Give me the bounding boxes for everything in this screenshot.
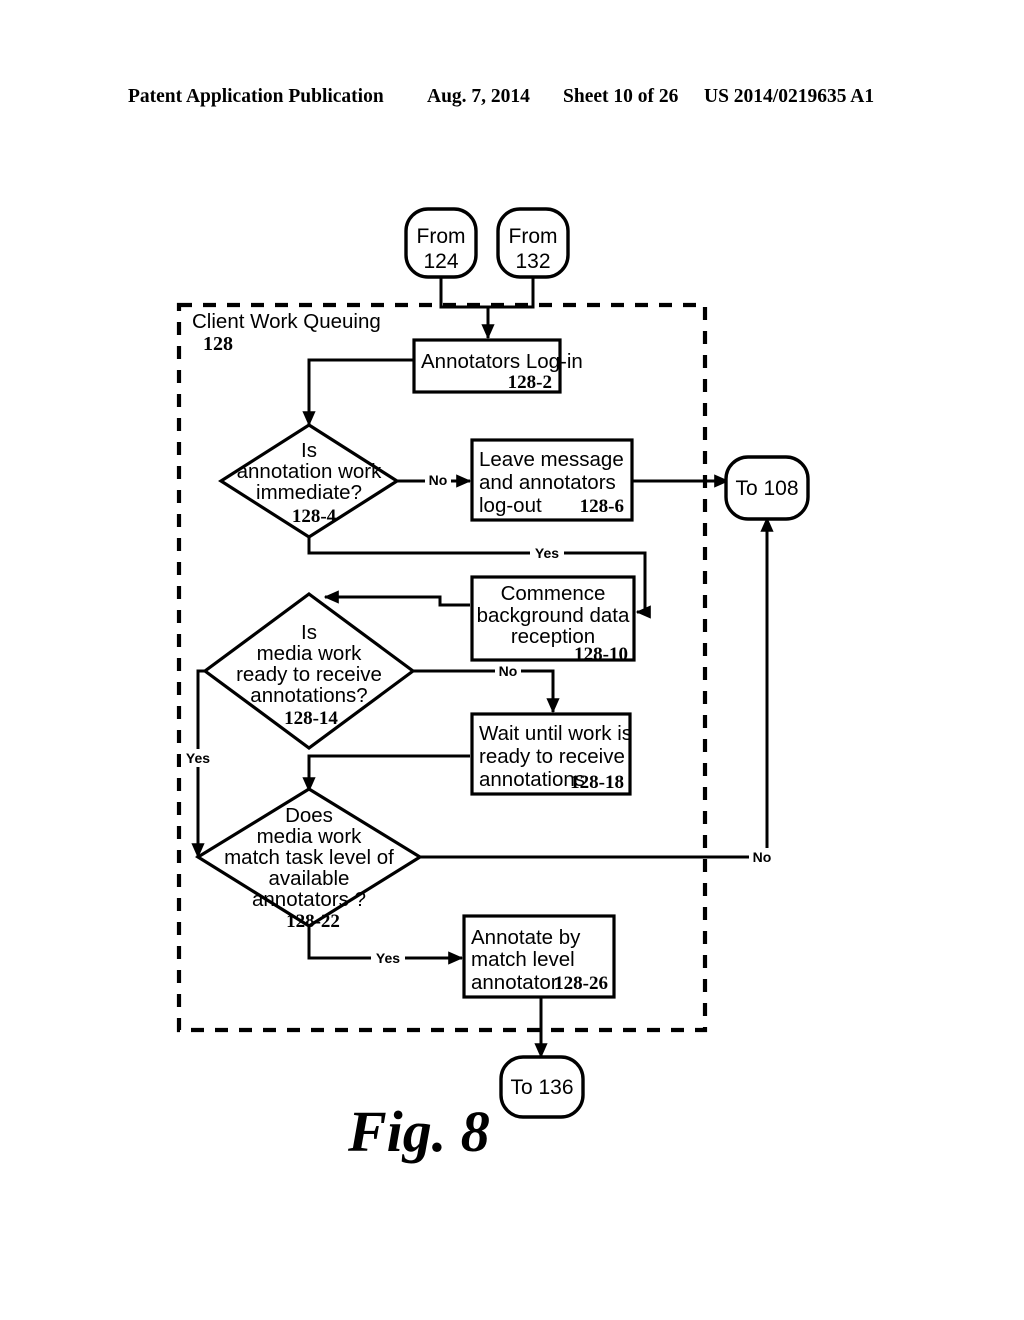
node-128-6-line-1: and annotators — [479, 471, 616, 494]
edge-label-d22-yes-text: Yes — [376, 950, 400, 966]
edge-label-d14-no-text: No — [499, 663, 518, 679]
edge-label-d14-yes-text: Yes — [186, 750, 210, 766]
node-128-2-line-0: Annotators Log-in — [421, 350, 583, 373]
terminator-to-108-label: To 108 — [735, 477, 798, 500]
edge-128-18-to-d22 — [302, 754, 470, 793]
edge-d22-no-to-to108 — [420, 516, 774, 859]
node-128-6: Leave message and annotators log-out 128… — [470, 438, 634, 522]
node-128-4: Is annotation work immediate? 128-4 — [218, 423, 400, 539]
node-128-26-ref: 128-26 — [554, 973, 608, 994]
flowchart-figure: Client Work Queuing 128 From 124 From 13… — [176, 207, 810, 1164]
node-128-14-line-0: Is — [301, 621, 317, 644]
node-128-4-line-1: annotation work — [237, 460, 382, 483]
node-128-22-line-4: annotators ? — [252, 888, 366, 911]
node-128-26-line-2: annotator — [471, 971, 558, 994]
node-128-4-ref: 128-4 — [292, 506, 337, 527]
node-128-22-line-1: media work — [257, 825, 363, 848]
node-128-22-line-3: available — [269, 867, 350, 890]
edge-label-d4-yes: Yes — [530, 544, 564, 562]
node-128-26-line-0: Annotate by — [471, 926, 581, 949]
node-128-22: Does media work match task level of avai… — [194, 787, 424, 932]
node-128-14-line-2: ready to receive — [236, 663, 382, 686]
terminator-from-132-line2: 132 — [515, 250, 550, 273]
terminator-from-132: From 132 — [496, 207, 570, 279]
edge-label-d14-no: No — [495, 662, 521, 680]
edge-label-d4-no-text: No — [429, 472, 448, 488]
terminator-from-132-line1: From — [509, 225, 558, 248]
edge-label-d22-no-text: No — [753, 849, 772, 865]
node-128-18-ref: 128-18 — [570, 772, 624, 793]
edge-d14-no-to-128-18 — [413, 669, 560, 714]
group-ref-label: 128 — [203, 333, 233, 355]
edge-login-to-d4 — [302, 358, 414, 427]
terminator-to-108: To 108 — [724, 455, 810, 521]
terminator-from-124-line1: From — [417, 225, 466, 248]
node-128-14-line-3: annotations? — [250, 684, 367, 707]
node-128-18-line-1: ready to receive — [479, 745, 625, 768]
terminator-from-124-line2: 124 — [423, 250, 458, 273]
node-128-18-line-2: annotations — [479, 768, 585, 791]
node-128-14-ref: 128-14 — [284, 708, 338, 729]
node-128-10-ref: 128-10 — [574, 644, 628, 665]
node-128-4-line-2: immediate? — [256, 481, 362, 504]
edge-from132-to-login — [489, 277, 535, 309]
edge-label-d14-yes: Yes — [181, 749, 215, 767]
node-128-22-line-0: Does — [285, 804, 333, 827]
node-128-26: Annotate by match level annotator 128-26 — [462, 914, 616, 999]
node-128-4-line-0: Is — [301, 439, 317, 462]
node-128-6-ref: 128-6 — [580, 496, 624, 517]
edge-label-d22-yes: Yes — [371, 949, 405, 967]
edge-label-d4-no: No — [425, 471, 451, 489]
node-128-22-line-2: match task level of — [224, 846, 394, 869]
node-128-10-line-1: background data — [477, 604, 630, 627]
node-128-2: Annotators Log-in 128-2 — [412, 338, 583, 394]
node-128-18: Wait until work is ready to receive anno… — [470, 712, 632, 796]
patent-figure-page: Patent Application Publication Aug. 7, 2… — [0, 0, 1024, 1320]
node-128-6-line-0: Leave message — [479, 448, 624, 471]
terminator-to-136-label: To 136 — [510, 1076, 573, 1099]
node-128-14: Is media work ready to receive annotatio… — [202, 592, 416, 750]
edge-label-d22-no: No — [749, 848, 775, 866]
node-128-6-line-2: log-out — [479, 494, 542, 517]
node-128-18-line-0: Wait until work is — [479, 722, 632, 745]
node-128-26-line-1: match level — [471, 948, 575, 971]
node-128-10-line-0: Commence — [501, 582, 606, 605]
node-128-2-ref: 128-2 — [508, 372, 552, 393]
node-128-14-line-1: media work — [257, 642, 363, 665]
group-title-label: Client Work Queuing — [192, 310, 381, 333]
edge-128-10-to-d14 — [323, 590, 470, 607]
node-128-10: Commence background data reception 128-1… — [470, 575, 636, 665]
figure-caption: Fig. 8 — [347, 1099, 490, 1164]
terminator-from-124: From 124 — [404, 207, 478, 279]
edge-from124-to-login — [439, 277, 495, 340]
terminator-to-136: To 136 — [499, 1055, 585, 1119]
node-128-22-ref: 128-22 — [286, 911, 340, 932]
edge-label-d4-yes-text: Yes — [535, 545, 559, 561]
